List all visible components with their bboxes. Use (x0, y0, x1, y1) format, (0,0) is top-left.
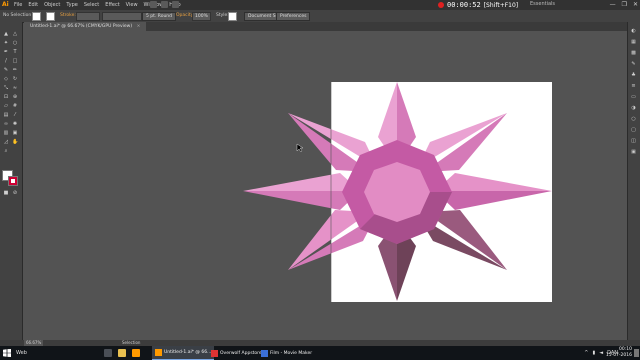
illustrator-task-icon (155, 349, 162, 356)
appearance-icon[interactable]: ○ (630, 116, 637, 123)
task-illustrator[interactable]: Untitled-1.ai* @ 66... (152, 346, 215, 360)
color-icon[interactable]: ◐ (630, 28, 637, 35)
right-panel-dock: ◐ ▦ ▩ ✎ ♣ ≡ ▭ ◑ ○ ▢ ◫ ▣ (627, 22, 640, 340)
task-movie-maker[interactable]: Film - Movie Maker (258, 346, 315, 360)
stroke-icon[interactable]: ≡ (630, 83, 637, 90)
star-point-left-a (243, 173, 360, 191)
task-label: Untitled-1.ai* @ 66... (164, 350, 212, 355)
clock-date: 15-07-2016 (605, 353, 632, 358)
tray-up-icon[interactable]: ^ (584, 349, 588, 357)
star-point-left-b (243, 191, 360, 210)
task-label: Overwolf Appstore (220, 350, 262, 356)
gradient-panel-icon[interactable]: ▭ (630, 94, 637, 101)
illustrator-icon[interactable] (132, 349, 140, 357)
movie-maker-task-icon (261, 349, 268, 357)
task-view-icon[interactable] (104, 349, 112, 357)
overwolf-task-icon (211, 349, 218, 357)
star-artwork[interactable] (0, 0, 640, 360)
brushes-icon[interactable]: ✎ (630, 61, 637, 68)
graphic-styles-icon[interactable]: ▢ (630, 127, 637, 134)
show-desktop-button[interactable] (634, 349, 639, 357)
volume-icon[interactable]: ◄ (599, 349, 603, 357)
layers-icon[interactable]: ◫ (630, 138, 637, 145)
windows-taskbar: Web Untitled-1.ai* @ 66... Overwolf Apps… (0, 346, 640, 360)
mouse-cursor (296, 143, 304, 153)
clock[interactable]: 00:10 15-07-2016 (606, 347, 632, 359)
artboards-icon[interactable]: ▣ (630, 149, 637, 156)
task-label: Film - Movie Maker (270, 350, 313, 356)
star-center (364, 162, 430, 222)
file-explorer-icon[interactable] (118, 349, 126, 357)
color-guide-icon[interactable]: ▦ (630, 39, 637, 46)
task-overwolf[interactable]: Overwolf Appstore (208, 346, 265, 360)
pinned-apps (104, 349, 140, 357)
taskbar-search[interactable]: Web (16, 349, 27, 357)
swatches-icon[interactable]: ▩ (630, 50, 637, 57)
network-icon[interactable]: ▮ (592, 349, 595, 357)
symbols-icon[interactable]: ♣ (630, 72, 637, 79)
star-point-right-b (435, 191, 552, 210)
transparency-icon[interactable]: ◑ (630, 105, 637, 112)
star-point-right-a (435, 173, 552, 191)
